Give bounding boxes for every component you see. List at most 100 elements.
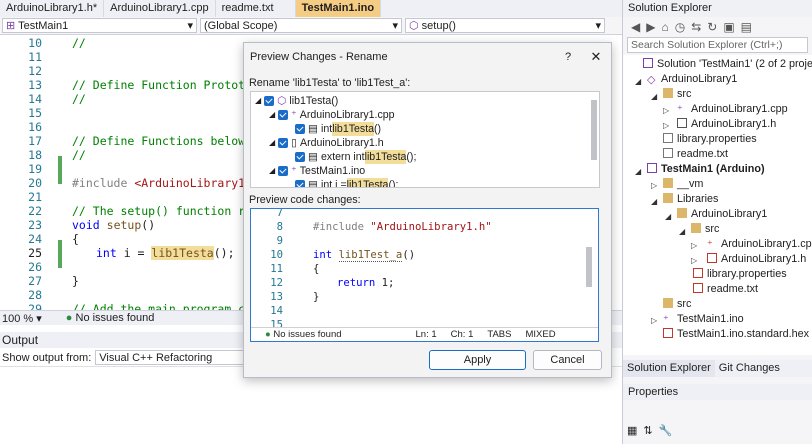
- alphabetical-icon[interactable]: ⇅: [643, 424, 652, 437]
- tree-item-project[interactable]: TestMain1 (Arduino): [647, 162, 765, 177]
- tree-item-folder[interactable]: src: [691, 222, 719, 237]
- member-label: setup(): [421, 20, 456, 32]
- tab-arduinolibrary1-h[interactable]: ArduinoLibrary1.h*: [0, 0, 105, 17]
- checkbox[interactable]: [295, 180, 305, 187]
- categorized-icon[interactable]: ▦: [627, 424, 637, 437]
- checkbox[interactable]: [295, 124, 305, 134]
- expand-arrow-icon[interactable]: ◢: [269, 136, 275, 150]
- tree-row[interactable]: ▤ int i = lib1Testa ();: [295, 178, 398, 187]
- expand-arrow-icon[interactable]: ◢: [651, 92, 657, 101]
- home-icon[interactable]: ⌂: [661, 20, 668, 34]
- issues-indicator: ● No issues found: [265, 329, 342, 340]
- checkbox[interactable]: [278, 110, 289, 120]
- code-line: }: [313, 291, 320, 303]
- tree-row[interactable]: ▤ extern int lib1Testa ();: [295, 150, 416, 164]
- collapse-arrow-icon[interactable]: ▷: [651, 316, 657, 325]
- collapse-icon[interactable]: ▣: [723, 20, 734, 34]
- expand-arrow-icon[interactable]: ◢: [635, 77, 641, 86]
- line-number: 12: [28, 64, 42, 78]
- history-icon[interactable]: ◷: [675, 20, 685, 34]
- tree-label: ArduinoLibrary1: [661, 73, 738, 85]
- tree-item-project[interactable]: ◇ ArduinoLibrary1: [647, 72, 737, 87]
- tree-row[interactable]: ▤ int lib1Testa(): [295, 122, 381, 136]
- collapse-arrow-icon[interactable]: ▷: [651, 181, 657, 190]
- checkbox[interactable]: [278, 138, 289, 148]
- tree-item-folder[interactable]: src: [663, 297, 691, 312]
- collapse-arrow-icon[interactable]: ▷: [691, 241, 697, 250]
- tree-row[interactable]: ◢ ▯ ArduinoLibrary1.h: [269, 136, 384, 150]
- show-all-icon[interactable]: ▤: [741, 20, 752, 34]
- tree-text: (): [374, 123, 382, 135]
- forward-icon[interactable]: ▶: [646, 20, 655, 34]
- tabs-indicator[interactable]: TABS: [487, 329, 511, 340]
- collapse-arrow-icon[interactable]: ▷: [663, 106, 669, 115]
- tab-testmain1-ino[interactable]: TestMain1.ino: [295, 0, 381, 17]
- tree-item-file[interactable]: library.properties: [693, 267, 787, 282]
- line-number: 18: [28, 148, 42, 162]
- expand-arrow-icon[interactable]: ◢: [679, 227, 685, 236]
- collapse-arrow-icon[interactable]: ▷: [691, 256, 697, 265]
- collapse-arrow-icon[interactable]: ▷: [663, 121, 669, 130]
- solution-explorer-search[interactable]: Search Solution Explorer (Ctrl+;): [627, 37, 808, 53]
- checkbox[interactable]: [295, 152, 305, 162]
- code-line: // Define Functions below he: [72, 134, 266, 148]
- apply-button[interactable]: Apply: [429, 350, 526, 370]
- tree-item-solution[interactable]: Solution 'TestMain1' (2 of 2 projects): [643, 57, 812, 72]
- tree-row[interactable]: ◢ ⬡ lib1Testa(): [255, 94, 338, 108]
- tree-item-file[interactable]: ⁺ ArduinoLibrary1.cpp: [707, 237, 812, 252]
- issues-indicator[interactable]: ● No issues found: [66, 312, 155, 324]
- refresh-icon[interactable]: ↻: [707, 20, 717, 34]
- tree-item-file[interactable]: ArduinoLibrary1.h: [677, 117, 776, 132]
- expand-arrow-icon[interactable]: ◢: [269, 108, 275, 122]
- scope-combo[interactable]: (Global Scope) ▾: [200, 18, 402, 33]
- help-button[interactable]: ?: [555, 43, 581, 71]
- tree-item-file[interactable]: TestMain1.ino.standard.hex: [663, 327, 809, 342]
- expand-arrow-icon[interactable]: ◢: [255, 94, 261, 108]
- tree-row[interactable]: ◢ ⁺ TestMain1.ino: [269, 164, 365, 178]
- tree-item-file[interactable]: ⁺ TestMain1.ino: [663, 312, 744, 327]
- project-icon: [647, 163, 657, 173]
- tree-row[interactable]: ◢ ⁺ ArduinoLibrary1.cpp: [269, 108, 395, 122]
- back-icon[interactable]: ◀: [631, 20, 640, 34]
- tab-solution-explorer[interactable]: Solution Explorer: [623, 360, 715, 377]
- output-source-select[interactable]: Visual C++ Refactoring: [95, 350, 246, 365]
- tree-scrollbar[interactable]: [591, 100, 597, 160]
- tree-label: lib1Testa(): [289, 95, 339, 107]
- member-combo[interactable]: ⬡ setup() ▾: [405, 18, 605, 33]
- tree-item-folder[interactable]: Libraries: [663, 192, 718, 207]
- preview-code-box[interactable]: 7 8 9 10 11 12 13 14 15 #include "ArduinoLibrary…: [250, 208, 599, 342]
- line-number: 16: [28, 120, 42, 134]
- tree-item-folder[interactable]: __vm: [663, 177, 703, 192]
- tree-item-folder[interactable]: ArduinoLibrary1: [677, 207, 767, 222]
- tree-item-file[interactable]: ArduinoLibrary1.h: [707, 252, 806, 267]
- code-line: #include "ArduinoLibrary1.h": [313, 221, 492, 233]
- output-text-area[interactable]: [0, 367, 622, 444]
- checkbox[interactable]: [278, 166, 289, 176]
- tree-item-folder[interactable]: src: [663, 87, 691, 102]
- output-title: Output: [2, 333, 39, 347]
- eol-indicator[interactable]: MIXED: [525, 329, 555, 340]
- expand-arrow-icon[interactable]: ◢: [665, 212, 671, 221]
- tree-item-file[interactable]: ⁺ ArduinoLibrary1.cpp: [677, 102, 788, 117]
- tree-item-file[interactable]: library.properties: [663, 132, 757, 147]
- cancel-button[interactable]: Cancel: [533, 350, 602, 370]
- code-token: return: [337, 277, 376, 289]
- tree-item-file[interactable]: readme.txt: [663, 147, 728, 162]
- sync-icon[interactable]: ⇆: [691, 20, 701, 34]
- tree-item-file[interactable]: readme.txt: [693, 282, 758, 297]
- close-icon[interactable]: ✕: [581, 43, 611, 71]
- expand-arrow-icon[interactable]: ◢: [635, 167, 641, 176]
- code-line: void setup(): [72, 218, 155, 232]
- expand-arrow-icon[interactable]: ◢: [651, 197, 657, 206]
- preview-scrollbar[interactable]: [586, 247, 592, 287]
- expand-arrow-icon[interactable]: ◢: [269, 164, 275, 178]
- line-number: 10: [270, 249, 283, 261]
- zoom-level[interactable]: 100 % ▾: [2, 312, 42, 325]
- project-combo[interactable]: ⊞ TestMain1 ▾: [2, 18, 197, 33]
- wrench-icon[interactable]: 🔧: [659, 424, 673, 437]
- tab-arduinolibrary1-cpp[interactable]: ArduinoLibrary1.cpp: [104, 0, 216, 17]
- checkbox[interactable]: [264, 96, 275, 106]
- tab-readme[interactable]: readme.txt: [216, 0, 296, 17]
- tab-git-changes[interactable]: Git Changes: [715, 360, 784, 377]
- solution-explorer-toolbar: ◀ ▶ ⌂ ◷ ⇆ ↻ ▣ ▤: [623, 17, 812, 37]
